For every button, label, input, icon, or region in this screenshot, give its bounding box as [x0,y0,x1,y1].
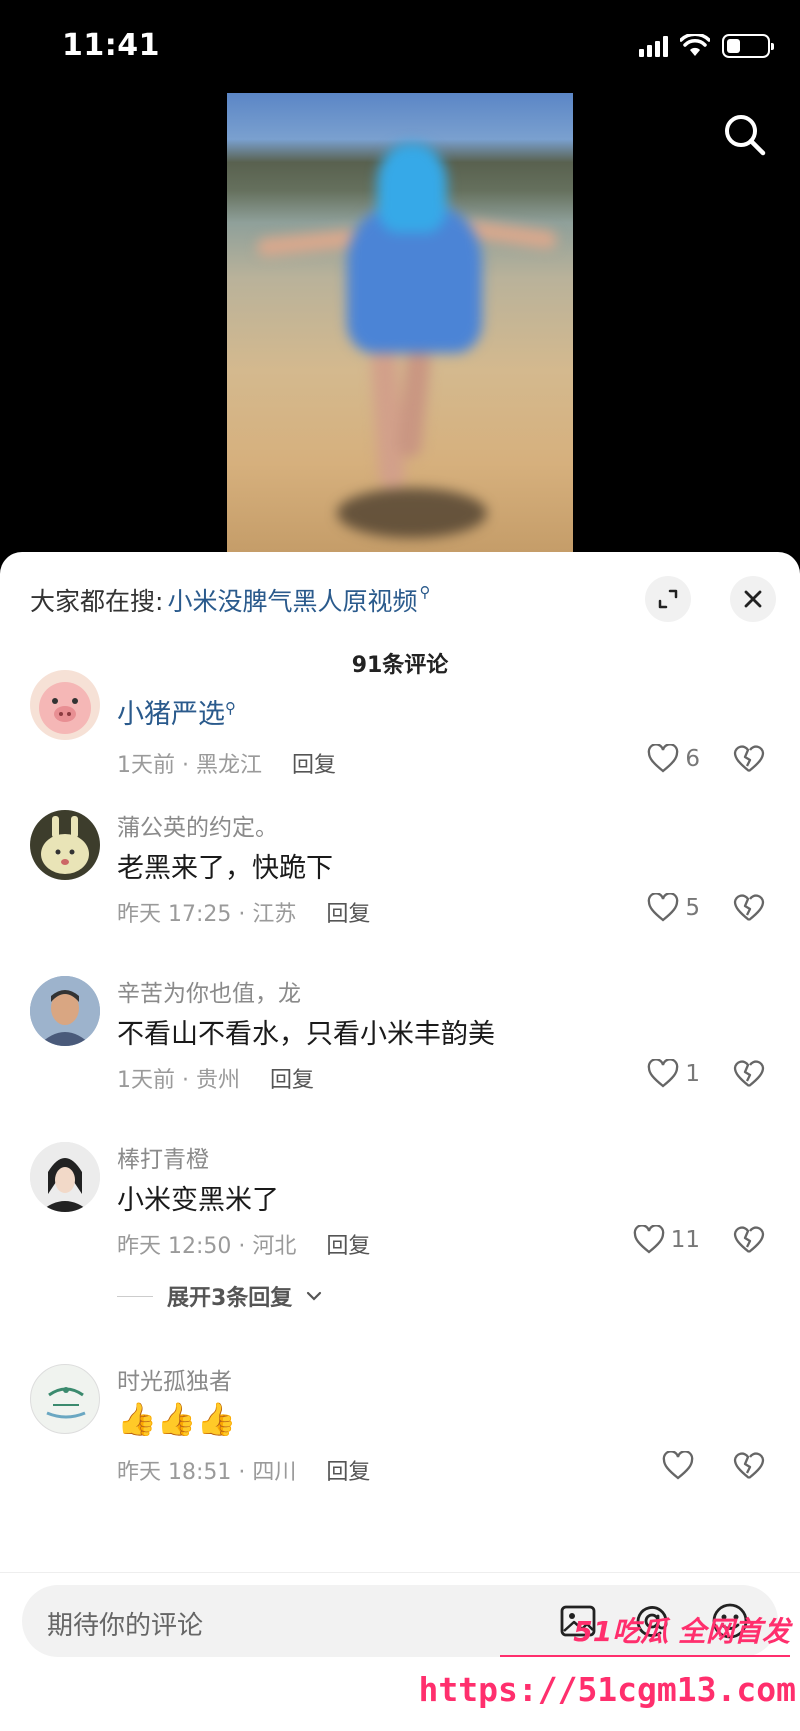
avatar[interactable] [30,810,100,880]
status-time: 11:41 [62,28,160,63]
like-button[interactable]: 11 [633,1225,700,1255]
like-button[interactable]: 6 [647,744,700,774]
comment-count: 91条评论 [351,653,449,678]
expand-panel-button[interactable] [645,576,691,622]
dislike-icon[interactable] [733,1225,765,1255]
comment-panel: 大家都在搜: 小米没脾气黑人原视频 ⚲ 91条评论 小猪严选⚲ 1天前 · 黑龙… [0,552,800,1731]
expand-replies-button[interactable]: 展开3条回复 [117,1280,322,1312]
hot-search-bar[interactable]: 大家都在搜: 小米没脾气黑人原视频 ⚲ [30,582,430,618]
comment-meta: 昨天 18:51 · 四川 回复 [117,1454,370,1486]
like-button[interactable]: 1 [647,1059,700,1089]
avatar[interactable] [30,1364,100,1434]
comment-time: 1天前 · 贵州 [117,1068,240,1093]
reply-button[interactable]: 回复 [326,1454,370,1486]
comment-username[interactable]: 棒打青橙 [117,1140,209,1174]
video-content [227,93,573,556]
like-button[interactable] [662,1451,700,1481]
like-count: 6 [685,746,700,772]
comment-username[interactable]: 辛苦为你也值，龙 [117,974,301,1008]
cellular-signal-icon [639,35,668,57]
hot-search-term[interactable]: 小米没脾气黑人原视频 [167,582,417,618]
heart-icon [648,893,679,922]
wifi-icon [680,34,710,56]
watermark-brand: 51吃瓜 全网首发 [573,1615,790,1648]
comment-meta: 1天前 · 贵州 回复 [117,1062,314,1094]
like-button[interactable]: 5 [647,893,700,923]
avatar[interactable] [30,670,100,740]
heart-icon [648,1059,679,1088]
expand-replies-label: 展开3条回复 [167,1286,293,1311]
like-count: 5 [685,895,700,921]
dislike-icon[interactable] [733,893,765,923]
close-panel-button[interactable] [730,576,776,622]
reply-button[interactable]: 回复 [326,1228,370,1260]
comment-text: 老黑来了，快跪下 [117,853,333,884]
status-bar: 11:41 [0,0,800,95]
divider-line [117,1295,153,1297]
comment-time: 昨天 18:51 · 四川 [117,1460,297,1485]
close-icon [744,590,762,608]
watermark-url: https://51cgm13.com [418,1670,797,1709]
comment-text: 👍👍👍 [117,1400,237,1438]
chevron-down-icon [307,1291,322,1301]
comment-time: 昨天 12:50 · 河北 [117,1234,297,1259]
comment-meta: 1天前 · 黑龙江 回复 [117,747,336,779]
dislike-icon[interactable] [733,744,765,774]
search-icon[interactable] [720,110,770,160]
reply-button[interactable]: 回复 [270,1062,314,1094]
reply-button[interactable]: 回复 [292,747,336,779]
comment-username[interactable]: 小猪严选⚲ [117,692,236,731]
comment-username[interactable]: 时光孤独者 [117,1362,232,1396]
watermark-line [500,1655,790,1657]
hot-search-small-search-icon: ⚲ [419,583,431,601]
battery-icon [722,34,774,58]
heart-icon [633,1225,665,1254]
heart-icon [648,744,679,773]
comment-meta: 昨天 12:50 · 河北 回复 [117,1228,370,1260]
dislike-icon[interactable] [733,1451,765,1481]
avatar[interactable] [30,1142,100,1212]
expand-icon [658,589,678,609]
heart-icon [662,1451,694,1480]
status-icons [639,34,774,58]
video-player[interactable] [227,93,573,556]
comment-time: 昨天 17:25 · 江苏 [117,902,297,927]
comment-meta: 昨天 17:25 · 江苏 回复 [117,896,370,928]
comment-text: 不看山不看水，只看小米丰韵美 [117,1019,495,1050]
comment-time: 1天前 · 黑龙江 [117,753,262,778]
like-count: 1 [685,1061,700,1087]
reply-button[interactable]: 回复 [326,896,370,928]
comment-text: 小米变黑米了 [117,1185,279,1216]
avatar[interactable] [30,976,100,1046]
comment-input-placeholder: 期待你的评论 [47,1611,204,1641]
like-count: 11 [670,1227,700,1253]
watermark: 51吃瓜 全网首发 https://51cgm13.com [419,1610,800,1731]
dislike-icon[interactable] [733,1059,765,1089]
hot-search-prefix: 大家都在搜: [30,587,164,616]
comment-username[interactable]: 蒲公英的约定。 [117,808,278,842]
